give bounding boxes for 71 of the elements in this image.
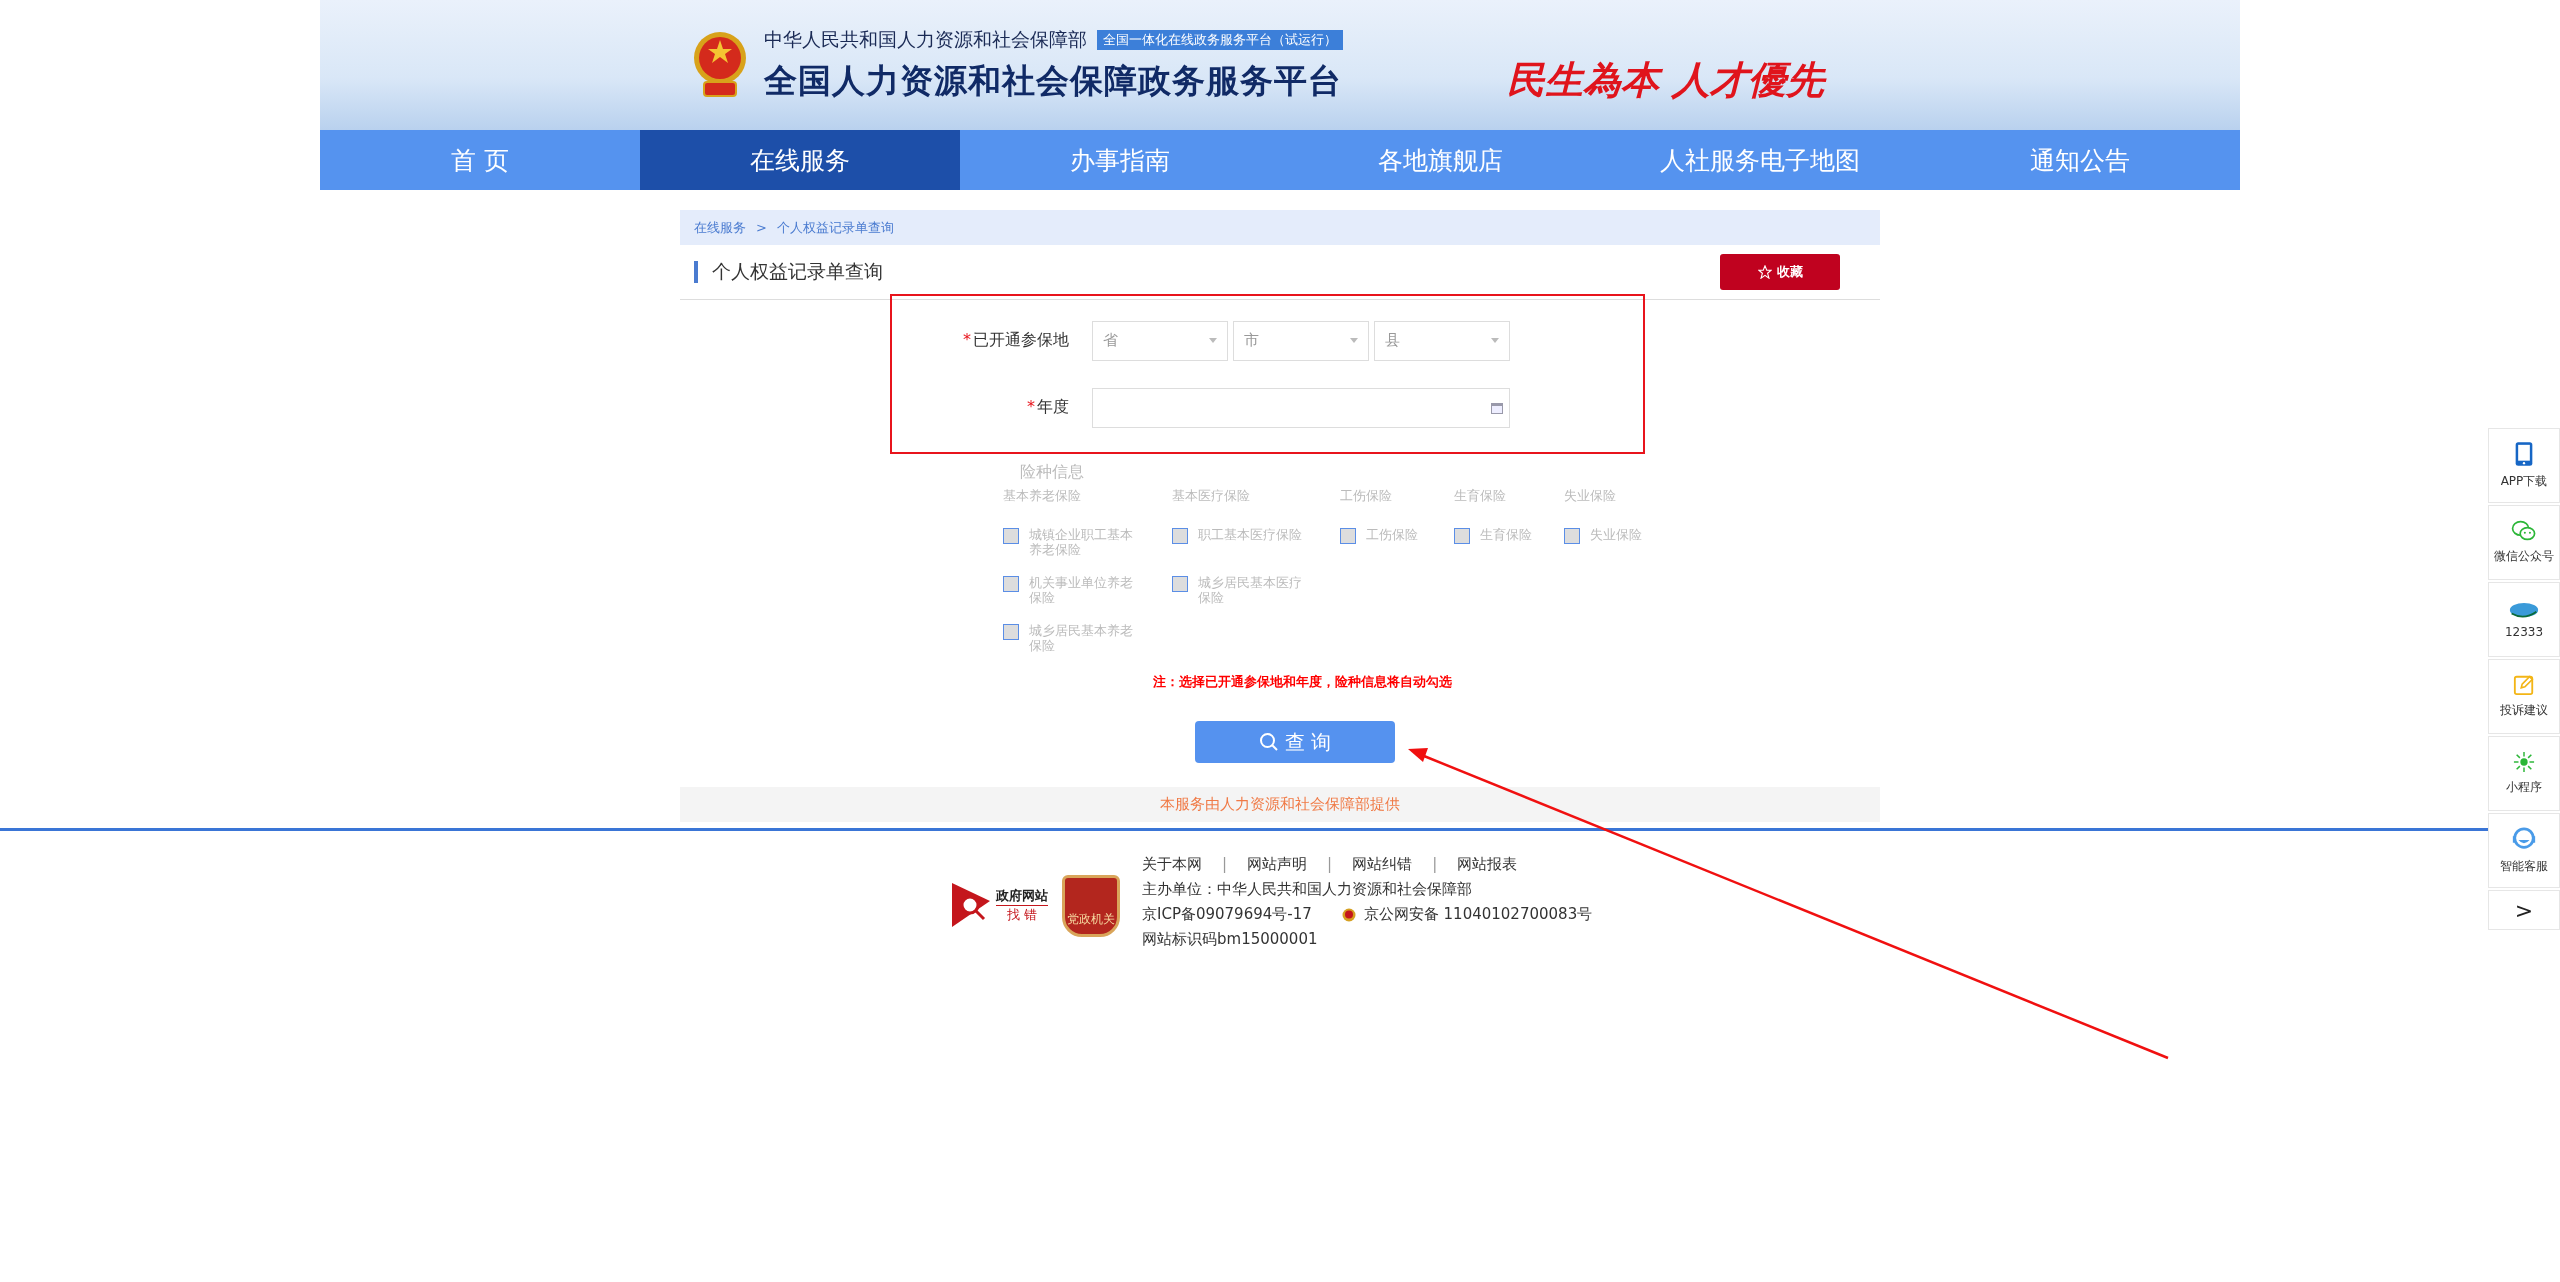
breadcrumb-link[interactable]: 在线服务 <box>694 218 746 237</box>
checkbox-label: 机关事业单位养老保险 <box>1029 575 1134 605</box>
side-tool[interactable]: APP下载 <box>2488 428 2560 503</box>
region-label: *已开通参保地 <box>962 330 1070 351</box>
checkbox[interactable] <box>1003 576 1019 592</box>
checkbox-label: 职工基本医疗保险 <box>1198 527 1303 542</box>
hint-note: 注：选择已开通参保地和年度，险种信息将自动勾选 <box>1152 673 1453 691</box>
year-field[interactable] <box>1092 387 1510 428</box>
police-badge-icon <box>1341 907 1356 922</box>
checkbox-label: 城乡居民基本医疗保险 <box>1198 575 1303 605</box>
year-label: *年度 <box>1026 397 1070 418</box>
link-separator: | <box>1327 855 1333 874</box>
provider-bar: 本服务由人力资源和社会保障部提供 <box>680 787 1880 822</box>
checkbox-label: 失业保险 <box>1590 527 1643 542</box>
footer-link[interactable]: 网站纠错 <box>1352 855 1413 874</box>
checkbox[interactable] <box>1172 576 1188 592</box>
edit-icon <box>2513 674 2535 696</box>
group-heading: 基本养老保险 <box>1003 487 1082 505</box>
sponsor-text: 主办单位：中华人民共和国人力资源和社会保障部 <box>1142 880 1473 899</box>
checkbox[interactable] <box>1340 528 1356 544</box>
side-tool[interactable]: 微信公众号 <box>2488 505 2560 580</box>
slogan: 民生為本 人才優先 <box>1507 55 1825 104</box>
checkbox-label: 城镇企业职工基本养老保险 <box>1029 527 1134 557</box>
checkbox-label: 工伤保险 <box>1366 527 1419 542</box>
group-heading: 生育保险 <box>1454 487 1507 505</box>
magnifier-icon <box>952 883 992 927</box>
hotline-logo-icon <box>2509 600 2539 619</box>
footer-link[interactable]: 网站声明 <box>1247 855 1308 874</box>
checkbox-label: 生育保险 <box>1480 527 1533 542</box>
star-icon <box>1757 265 1772 279</box>
group-heading: 失业保险 <box>1564 487 1617 505</box>
site-code-text: 网站标识码bm15000001 <box>1142 930 1319 949</box>
page-title: 个人权益记录单查询 <box>712 259 883 284</box>
group-heading: 工伤保险 <box>1340 487 1393 505</box>
next-button[interactable]: > <box>2488 890 2560 930</box>
breadcrumb-link[interactable]: 个人权益记录单查询 <box>776 218 894 237</box>
icp-text: 京ICP备09079694号-17 <box>1142 905 1312 924</box>
headset-icon <box>2511 826 2537 852</box>
link-separator: | <box>1432 855 1438 874</box>
side-tool[interactable]: 投诉建议 <box>2488 659 2560 734</box>
ministry-name: 中华人民共和国人力资源和社会保障部 <box>764 26 1087 52</box>
platform-badge: 全国一体化在线政务服务平台（试运行） <box>1097 29 1343 50</box>
site-error-badge[interactable]: 政府网站 找 错 <box>952 883 1048 927</box>
side-tool[interactable]: 小程序 <box>2488 736 2560 811</box>
calendar-icon <box>1491 401 1503 414</box>
favorite-button[interactable]: 收藏 <box>1720 254 1840 290</box>
search-icon <box>1258 732 1279 752</box>
link-separator: | <box>1222 855 1228 874</box>
section-title: 险种信息 <box>1020 462 1085 483</box>
checkbox[interactable] <box>1003 624 1019 640</box>
breadcrumb-separator: > <box>756 220 767 235</box>
checkbox[interactable] <box>1454 528 1470 544</box>
nav-tab[interactable]: 在线服务 <box>640 130 960 190</box>
party-badge[interactable]: 党政机关 <box>1062 875 1120 937</box>
group-heading: 基本医疗保险 <box>1172 487 1251 505</box>
checkbox[interactable] <box>1564 528 1580 544</box>
caret-icon <box>1491 338 1499 343</box>
chat-bubbles-icon <box>2511 520 2537 542</box>
site-title: 全国人力资源和社会保障政务服务平台 <box>764 59 1343 102</box>
footer-link[interactable]: 关于本网 <box>1142 855 1202 874</box>
burst-icon <box>2513 751 2535 773</box>
checkbox[interactable] <box>1003 528 1019 544</box>
checkbox-label: 城乡居民基本养老保险 <box>1029 623 1134 653</box>
checkbox[interactable] <box>1172 528 1188 544</box>
phone-icon <box>2514 441 2534 467</box>
caret-icon <box>1209 338 1217 343</box>
side-tool[interactable]: 12333 <box>2488 582 2560 657</box>
footer-link[interactable]: 网站报表 <box>1457 855 1518 874</box>
caret-icon <box>1350 338 1358 343</box>
side-tool[interactable]: 智能客服 <box>2488 813 2560 888</box>
police-record-text: 京公网安备 11040102700083号 <box>1363 905 1593 924</box>
